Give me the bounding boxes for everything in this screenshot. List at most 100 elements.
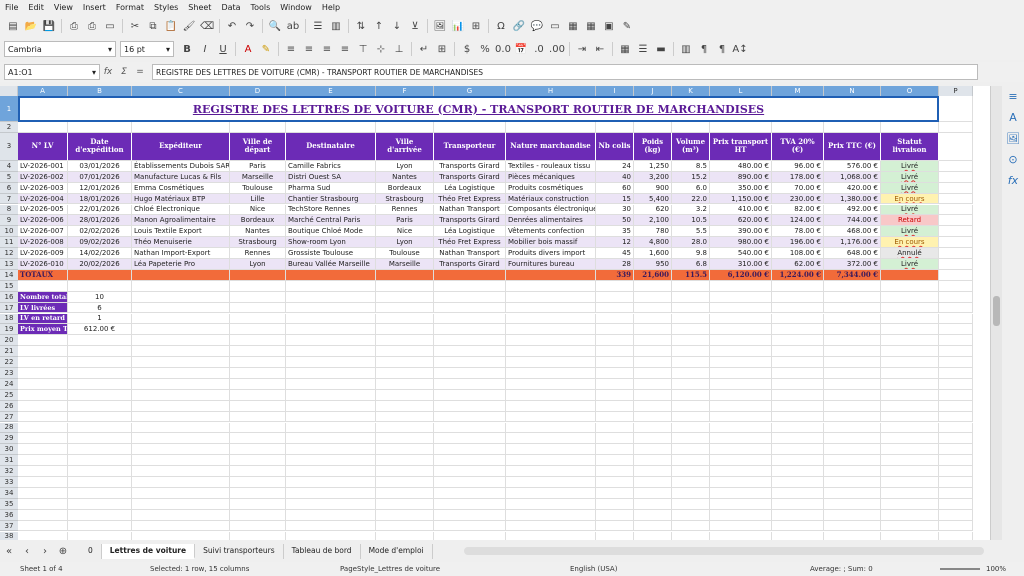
sort-icon[interactable]: ⇅	[354, 19, 368, 33]
column-header[interactable]: B	[68, 86, 132, 96]
cell[interactable]: Nice	[376, 226, 434, 238]
next-sheet-icon[interactable]: ›	[38, 544, 52, 558]
column-title[interactable]: Prix transport HT	[710, 132, 772, 161]
cell[interactable]: Pièces mécaniques	[506, 171, 596, 183]
totals-cell[interactable]	[434, 269, 506, 281]
column-title[interactable]: TVA 20% (€)	[772, 132, 824, 161]
sort-descending-icon[interactable]: ↓	[390, 19, 404, 33]
freeze-rows-columns-icon[interactable]: ▦	[584, 19, 598, 33]
row-header[interactable]: 19	[0, 324, 18, 336]
cell[interactable]: 2,100	[634, 215, 672, 227]
properties-icon[interactable]: ≡	[1008, 90, 1017, 103]
cell[interactable]: Bordeaux	[230, 215, 286, 227]
status-badge[interactable]: Livré	[881, 259, 939, 270]
cell[interactable]: 410.00 €	[710, 204, 772, 216]
row-header[interactable]: 22	[0, 357, 18, 368]
cell[interactable]: Distri Ouest SA	[286, 171, 376, 183]
cell[interactable]: 07/01/2026	[68, 171, 132, 183]
cell[interactable]: Transports Girard	[434, 259, 506, 270]
cell[interactable]: 1,150.00 €	[710, 193, 772, 205]
underline-icon[interactable]: U	[216, 42, 230, 56]
font-color-icon[interactable]: A	[241, 42, 255, 56]
cell[interactable]: 620.00 €	[710, 215, 772, 227]
cell[interactable]: 420.00 €	[824, 182, 881, 194]
cell[interactable]: Emma Cosmétiques	[132, 182, 230, 194]
column-title[interactable]: Prix TTC (€)	[824, 132, 881, 161]
date-format-icon[interactable]: 📅	[514, 42, 528, 56]
cell[interactable]: Vêtements confection	[506, 226, 596, 238]
row-header[interactable]: 20	[0, 335, 18, 347]
cell[interactable]: Nantes	[376, 171, 434, 183]
cell[interactable]: Pharma Sud	[286, 182, 376, 194]
column-header[interactable]: L	[710, 86, 772, 96]
column-title[interactable]: N° LV	[18, 132, 68, 161]
cell[interactable]: 744.00 €	[824, 215, 881, 227]
row-icon[interactable]: ☰	[311, 19, 325, 33]
wrap-text-icon[interactable]: ↵	[417, 42, 431, 56]
cell[interactable]: Chloé Électronique	[132, 204, 230, 216]
sheet-tab[interactable]: Lettres de voiture	[101, 543, 196, 559]
cell[interactable]: 12/01/2026	[68, 182, 132, 194]
column-title[interactable]: Expéditeur	[132, 132, 230, 161]
row-header[interactable]: 10	[0, 226, 18, 238]
sort-ascending-icon[interactable]: ↑	[372, 19, 386, 33]
column-header[interactable]: P	[939, 86, 973, 96]
menu-styles[interactable]: Styles	[149, 3, 183, 12]
row-header[interactable]: 8	[0, 204, 18, 216]
cell[interactable]: 1,068.00 €	[824, 171, 881, 183]
row-header[interactable]: 11	[0, 237, 18, 249]
stat-label[interactable]: Nombre total LV	[18, 291, 68, 303]
cell[interactable]: Nathan Transport	[434, 248, 506, 259]
cell[interactable]: 28	[596, 259, 634, 270]
cell[interactable]: Théo Fret Express	[434, 237, 506, 249]
chart-icon[interactable]: 📊	[451, 19, 465, 33]
cell[interactable]: Théo Fret Express	[434, 193, 506, 205]
totals-cell[interactable]: 1,224.00 €	[772, 269, 824, 281]
number-format-icon[interactable]: 0.0	[495, 42, 511, 56]
decrease-indent-icon[interactable]: ⇤	[593, 42, 607, 56]
row-header[interactable]: 18	[0, 313, 18, 325]
stat-label[interactable]: LV en retard	[18, 313, 68, 325]
totals-cell[interactable]	[506, 269, 596, 281]
cell[interactable]: 03/01/2026	[68, 160, 132, 172]
status-badge[interactable]: Annulé	[881, 248, 939, 259]
cell[interactable]: Lyon	[230, 259, 286, 270]
cell[interactable]: Camille Fabrics	[286, 160, 376, 172]
cell[interactable]: Paris	[230, 160, 286, 172]
cell[interactable]: 124.00 €	[772, 215, 824, 227]
cell[interactable]: Transports Girard	[434, 171, 506, 183]
menu-file[interactable]: File	[0, 3, 23, 12]
row-header[interactable]: 25	[0, 389, 18, 401]
cell[interactable]: 3,200	[634, 171, 672, 183]
row-header[interactable]: 1	[0, 96, 18, 122]
cell[interactable]: 5,400	[634, 193, 672, 205]
vertical-scrollbar[interactable]	[990, 86, 1002, 540]
status-badge[interactable]: Livré	[881, 182, 939, 194]
cell[interactable]: Hugo Matériaux BTP	[132, 193, 230, 205]
cell[interactable]: LV-2026-009	[18, 248, 68, 259]
row-header[interactable]: 14	[0, 269, 18, 281]
pivot-table-icon[interactable]: ⊞	[469, 19, 483, 33]
column-header[interactable]: N	[824, 86, 881, 96]
cell[interactable]: Grossiste Toulouse	[286, 248, 376, 259]
print-icon[interactable]: ⎙	[85, 19, 99, 33]
cell[interactable]: 780	[634, 226, 672, 238]
name-box[interactable]: A1:O1 ▾	[4, 64, 100, 80]
cell[interactable]: Produits divers import	[506, 248, 596, 259]
cell[interactable]: 15	[596, 193, 634, 205]
row-header[interactable]: 32	[0, 466, 18, 477]
align-right-icon[interactable]: ≡	[320, 42, 334, 56]
increase-indent-icon[interactable]: ⇥	[575, 42, 589, 56]
cell[interactable]: LV-2026-004	[18, 193, 68, 205]
define-print-area-icon[interactable]: ▦	[566, 19, 580, 33]
undo-icon[interactable]: ↶	[225, 19, 239, 33]
cell[interactable]: Rennes	[376, 204, 434, 216]
row-header[interactable]: 37	[0, 520, 18, 532]
cell[interactable]: 350.00 €	[710, 182, 772, 194]
cell[interactable]: Nathan Transport	[434, 204, 506, 216]
horizontal-scrollbar[interactable]	[464, 547, 984, 555]
column-header[interactable]: G	[434, 86, 506, 96]
cell[interactable]: 1,600	[634, 248, 672, 259]
bold-icon[interactable]: B	[180, 42, 194, 56]
scrollbar-thumb[interactable]	[993, 296, 1000, 326]
